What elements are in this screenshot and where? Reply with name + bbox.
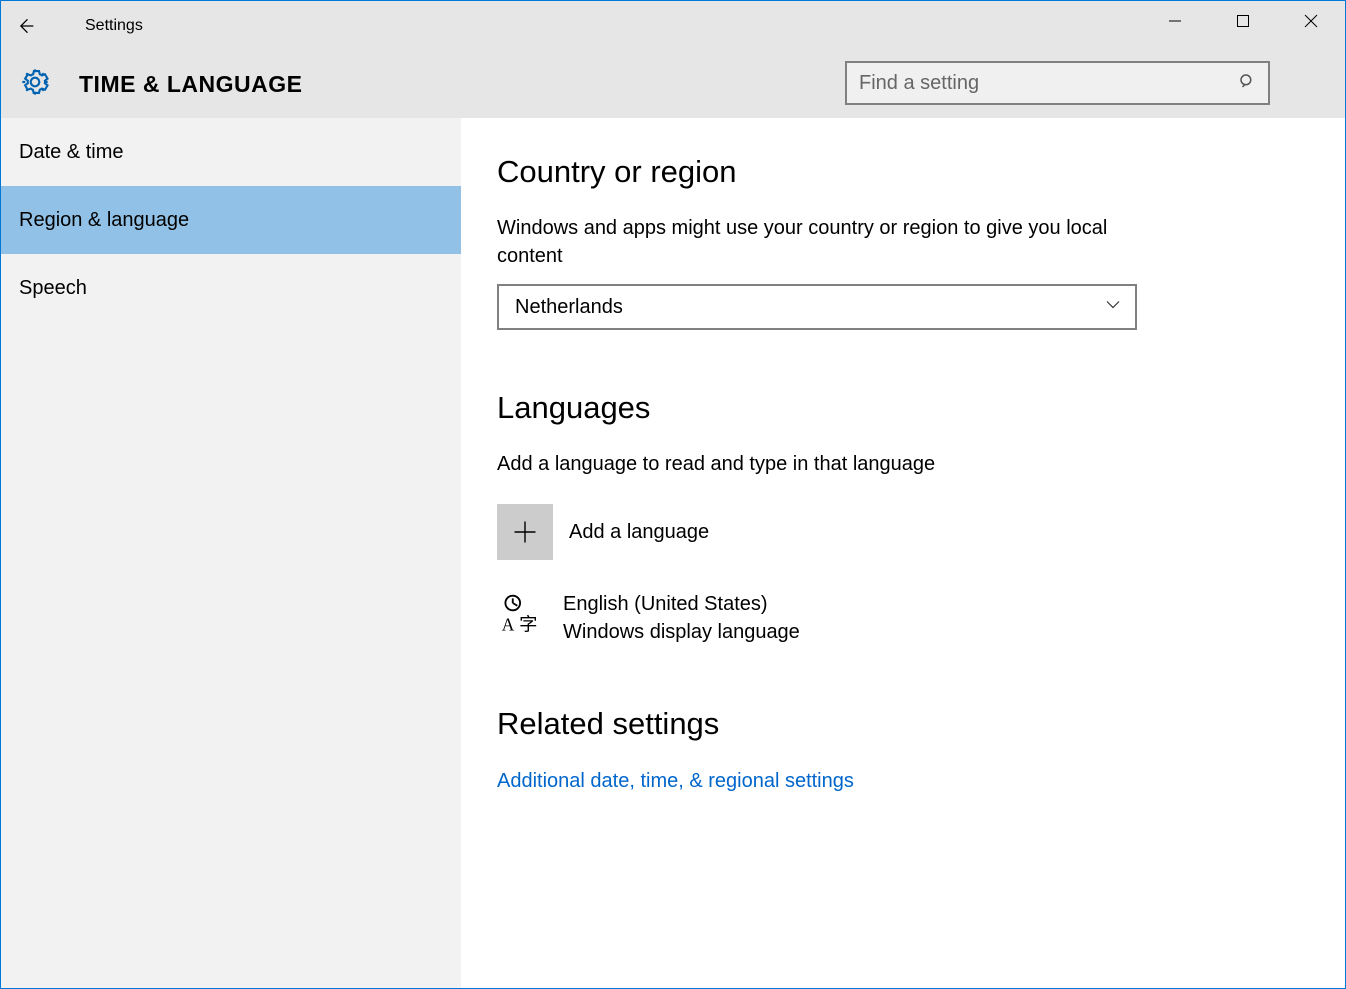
- country-desc: Windows and apps might use your country …: [497, 214, 1137, 270]
- sidebar: Date & time Region & language Speech: [1, 118, 461, 988]
- minimize-icon: [1168, 14, 1182, 28]
- language-item[interactable]: A 字 English (United States) Windows disp…: [497, 590, 1309, 646]
- page-title: TIME & LANGUAGE: [79, 71, 302, 98]
- plus-icon: [511, 518, 539, 546]
- gear-icon: [19, 66, 51, 103]
- svg-text:字: 字: [519, 615, 537, 635]
- search-box[interactable]: [845, 61, 1270, 105]
- related-section: Related settings Additional date, time, …: [497, 706, 1309, 793]
- close-icon: [1304, 14, 1318, 28]
- country-title: Country or region: [497, 154, 1309, 190]
- main-panel: Country or region Windows and apps might…: [461, 118, 1345, 988]
- language-subtitle: Windows display language: [563, 618, 800, 646]
- languages-desc: Add a language to read and type in that …: [497, 450, 1137, 478]
- language-text: English (United States) Windows display …: [563, 590, 800, 646]
- chevron-down-icon: [1105, 296, 1121, 319]
- language-name: English (United States): [563, 590, 800, 618]
- country-section: Country or region Windows and apps might…: [497, 154, 1309, 330]
- country-dropdown[interactable]: Netherlands: [497, 284, 1137, 330]
- back-button[interactable]: [1, 1, 49, 51]
- additional-settings-link[interactable]: Additional date, time, & regional settin…: [497, 770, 854, 792]
- language-glyph-icon: A 字: [497, 590, 545, 638]
- svg-text:A: A: [502, 615, 515, 635]
- sidebar-item-speech[interactable]: Speech: [1, 254, 461, 322]
- search-icon: [1238, 72, 1256, 95]
- search-input[interactable]: [859, 72, 1238, 95]
- maximize-icon: [1236, 14, 1250, 28]
- languages-title: Languages: [497, 390, 1309, 426]
- maximize-button[interactable]: [1209, 1, 1277, 41]
- back-arrow-icon: [15, 16, 35, 36]
- sidebar-item-date-time[interactable]: Date & time: [1, 118, 461, 186]
- close-button[interactable]: [1277, 1, 1345, 41]
- sidebar-item-label: Region & language: [19, 209, 189, 232]
- sidebar-item-label: Speech: [19, 277, 87, 300]
- languages-section: Languages Add a language to read and typ…: [497, 390, 1309, 646]
- related-title: Related settings: [497, 706, 1309, 742]
- content: Date & time Region & language Speech Cou…: [1, 118, 1345, 988]
- minimize-button[interactable]: [1141, 1, 1209, 41]
- sidebar-item-label: Date & time: [19, 141, 123, 164]
- country-selected: Netherlands: [515, 296, 623, 319]
- titlebar: Settings: [1, 1, 1345, 51]
- plus-icon-box: [497, 504, 553, 560]
- add-language-label: Add a language: [569, 521, 709, 544]
- window-controls: [1141, 1, 1345, 41]
- add-language-button[interactable]: Add a language: [497, 504, 1309, 560]
- window-title: Settings: [85, 17, 143, 35]
- page-header: TIME & LANGUAGE: [1, 51, 1345, 118]
- sidebar-item-region-language[interactable]: Region & language: [1, 186, 461, 254]
